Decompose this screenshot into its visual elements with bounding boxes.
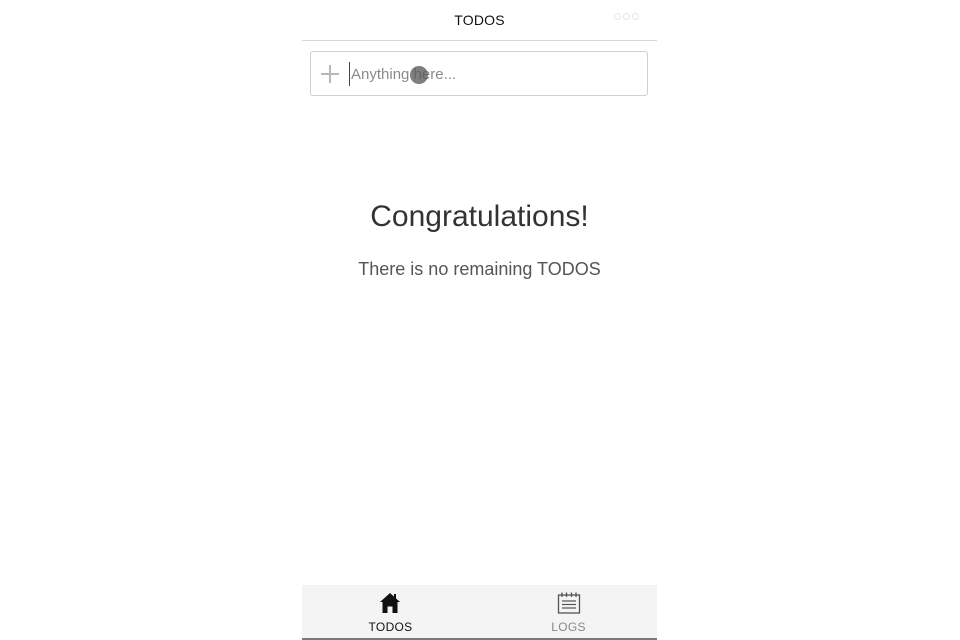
empty-state-subtitle: There is no remaining TODOS	[358, 259, 601, 279]
tab-todos-label: TODOS	[368, 620, 413, 634]
tab-logs[interactable]: LOGS	[480, 585, 657, 638]
nav-header: TODOS	[302, 0, 657, 41]
page-title: TODOS	[454, 12, 505, 28]
calendar-icon	[557, 592, 581, 614]
todo-app: TODOS Congratulations! There is no remai…	[302, 0, 657, 640]
touch-indicator	[410, 66, 428, 84]
empty-state-title: Congratulations!	[370, 200, 589, 233]
home-icon	[380, 593, 400, 613]
tab-todos[interactable]: TODOS	[302, 585, 479, 638]
new-todo-box[interactable]	[310, 51, 648, 96]
new-todo-input[interactable]	[349, 62, 636, 86]
tab-logs-label: LOGS	[551, 620, 586, 634]
more-icon[interactable]	[614, 13, 639, 20]
tab-bar: TODOS LOGS	[302, 585, 657, 640]
plus-icon[interactable]	[321, 65, 339, 83]
